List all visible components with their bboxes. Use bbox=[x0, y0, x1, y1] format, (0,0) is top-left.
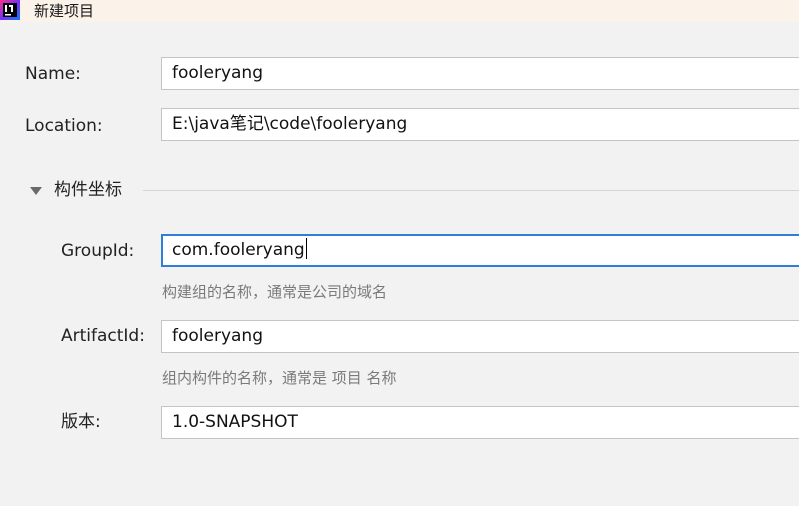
name-label: Name: bbox=[25, 64, 81, 84]
version-label: 版本: bbox=[61, 412, 101, 432]
group-id-value: com.fooleryang bbox=[172, 240, 305, 260]
location-input[interactable]: E:\java笔记\code\fooleryang bbox=[161, 108, 799, 141]
artifact-id-label: ArtifactId: bbox=[61, 326, 145, 346]
name-input[interactable]: fooleryang bbox=[161, 57, 799, 90]
artifact-id-input[interactable]: fooleryang bbox=[161, 320, 799, 353]
location-label: Location: bbox=[25, 116, 103, 136]
window-title: 新建项目 bbox=[34, 2, 95, 20]
group-id-label: GroupId: bbox=[61, 241, 135, 261]
intellij-app-icon bbox=[0, 0, 20, 20]
group-id-hint: 构建组的名称，通常是公司的域名 bbox=[162, 283, 388, 301]
artifact-section-toggle[interactable]: 构件坐标 bbox=[30, 179, 122, 201]
new-project-dialog: 新建项目 Name: fooleryang Location: E:\java笔… bbox=[0, 0, 799, 506]
version-input[interactable]: 1.0-SNAPSHOT bbox=[161, 406, 799, 439]
group-id-input[interactable]: com.fooleryang bbox=[161, 234, 799, 267]
text-caret bbox=[305, 238, 307, 259]
section-divider bbox=[143, 190, 799, 191]
artifact-id-hint: 组内构件的名称，通常是 项目 名称 bbox=[162, 369, 397, 387]
artifact-section-title: 构件坐标 bbox=[54, 180, 122, 200]
triangle-down-icon[interactable] bbox=[30, 186, 42, 195]
title-bar: 新建项目 bbox=[0, 0, 799, 22]
